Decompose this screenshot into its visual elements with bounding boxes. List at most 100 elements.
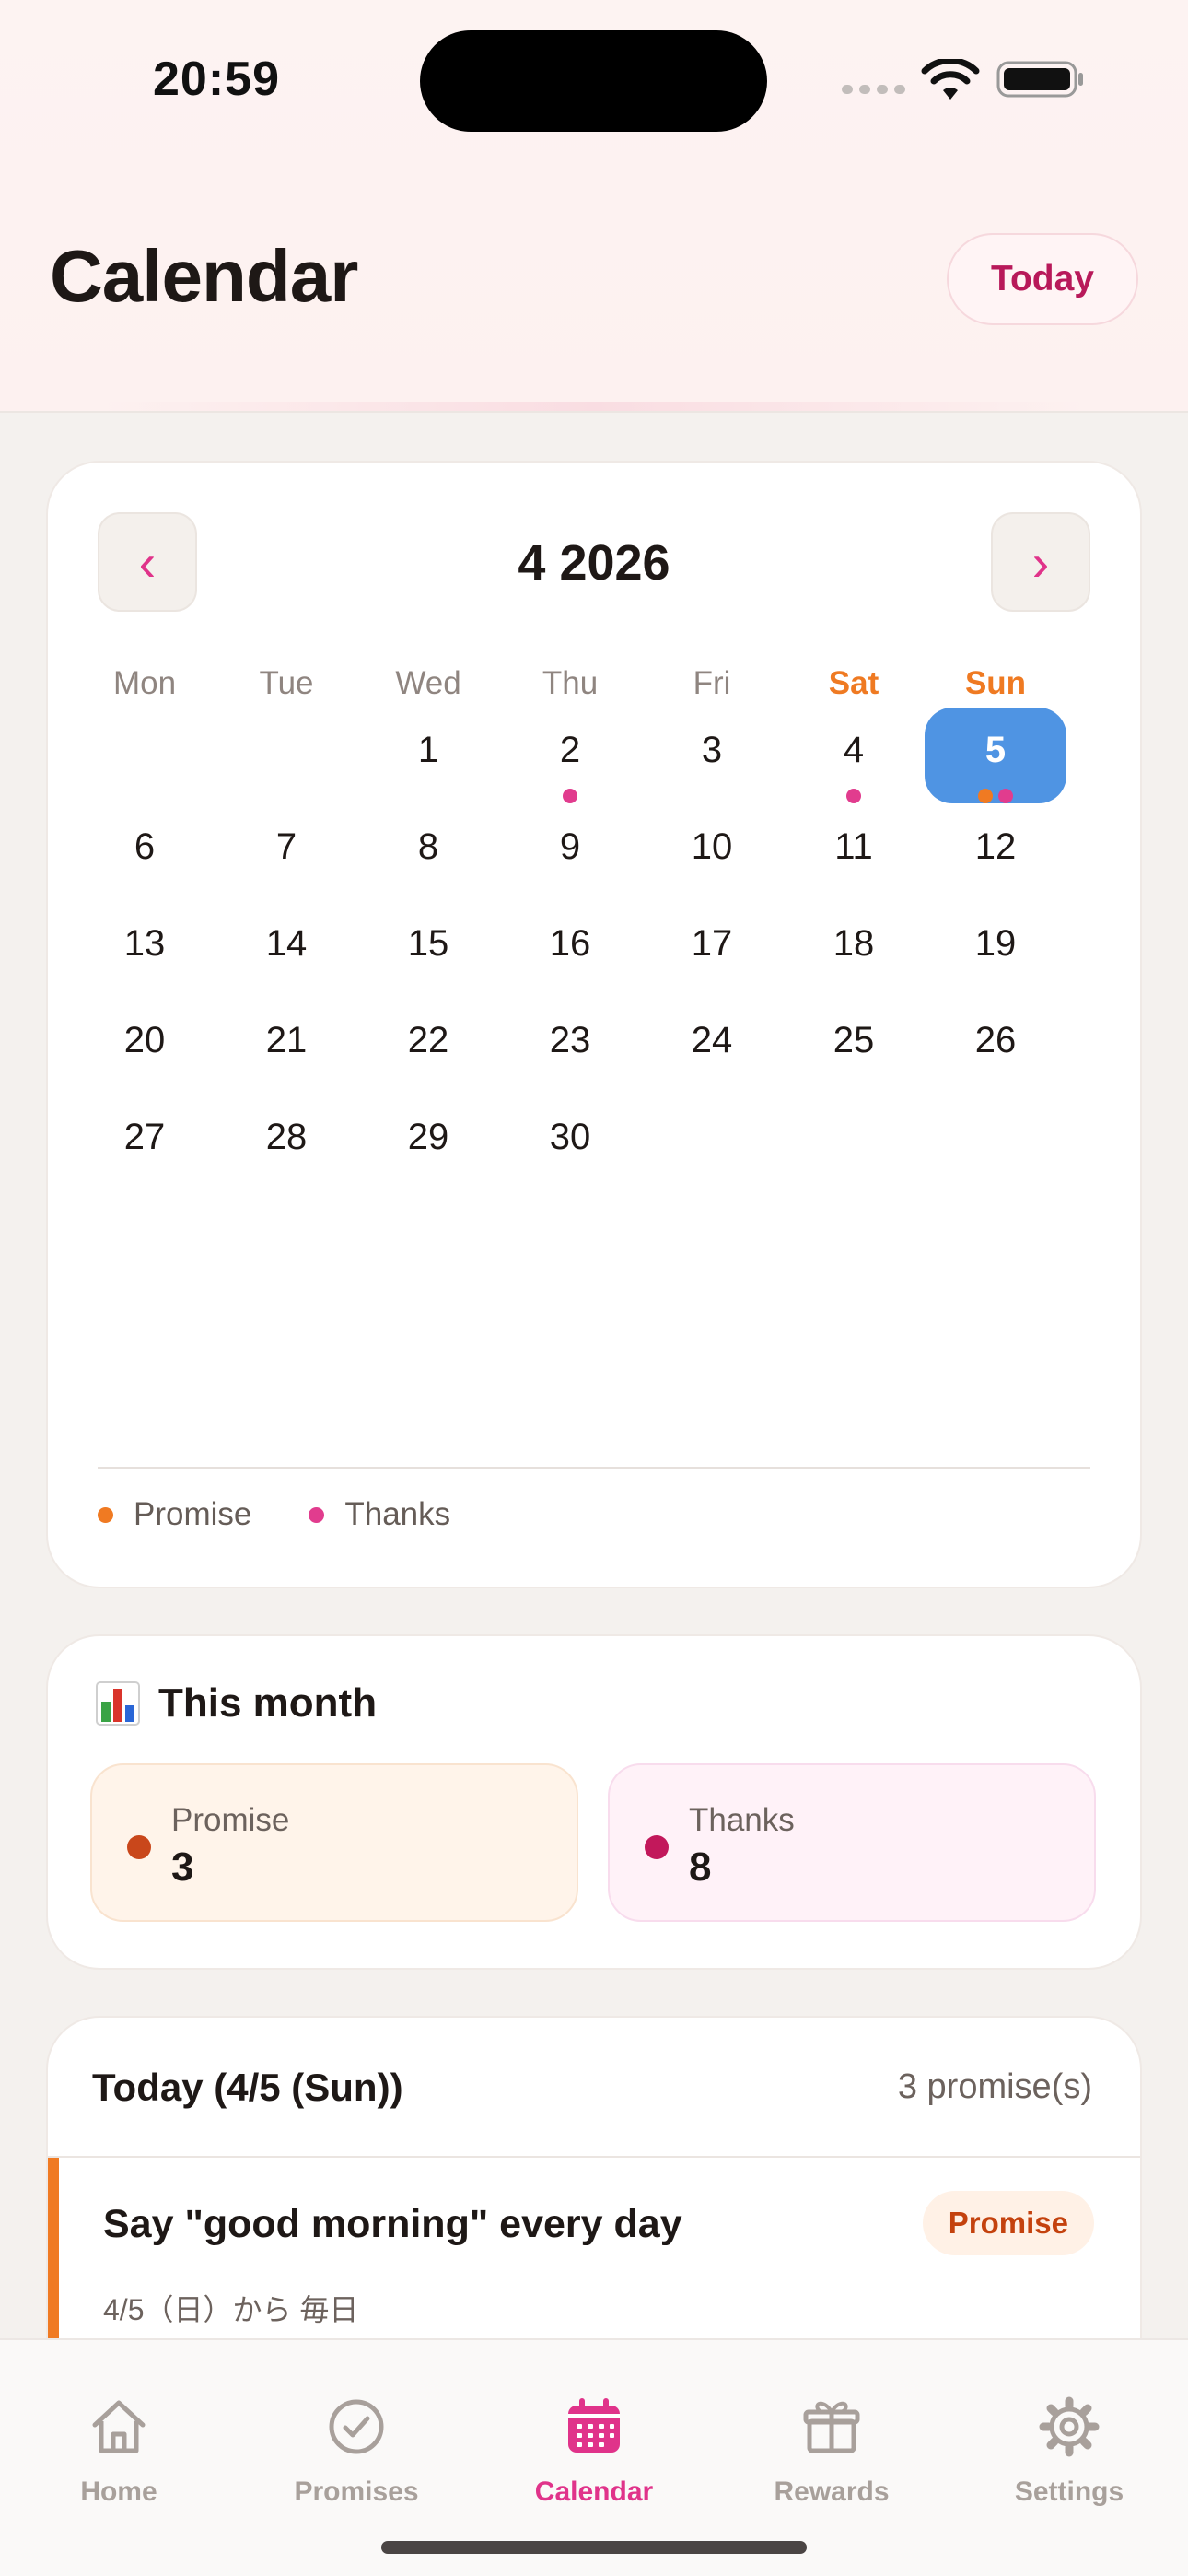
calendar-card: ‹ 4 2026 › Mon Tue Wed Thu Fri Sat Sun 1…	[48, 463, 1140, 1587]
stat-promise-value: 3	[171, 1844, 194, 1890]
tab-promises-label: Promises	[294, 2476, 419, 2507]
chevron-right-icon: ›	[1031, 533, 1050, 591]
header-divider-glow	[101, 402, 1087, 411]
tab-calendar-label: Calendar	[534, 2476, 654, 2507]
gift-icon	[803, 2401, 860, 2453]
day-markers	[499, 789, 641, 803]
legend-promise-label: Promise	[134, 1496, 252, 1532]
next-month-button[interactable]: ›	[991, 512, 1090, 612]
calendar-day-number: 27	[123, 1117, 166, 1157]
stats-title-label: This month	[158, 1680, 378, 1726]
today-button[interactable]: Today	[947, 233, 1138, 325]
calendar-day-number: 9	[559, 826, 581, 867]
weekday-sun: Sun	[964, 665, 1027, 701]
calendar-day-number: 24	[691, 1020, 733, 1060]
calendar-day[interactable]: 18	[783, 901, 925, 997]
calendar-day[interactable]: 7	[215, 804, 357, 900]
promise-badge: Promise	[922, 2191, 1094, 2255]
thanks-dot-icon	[563, 789, 577, 803]
calendar-day[interactable]: 27	[74, 1095, 215, 1190]
calendar-day-number: 13	[123, 923, 166, 964]
home-icon	[92, 2400, 146, 2453]
calendar-day-number: 11	[834, 826, 873, 867]
calendar-day[interactable]: 30	[499, 1095, 641, 1190]
calendar-day[interactable]: 4	[783, 708, 925, 803]
weekday-tue: Tue	[259, 665, 314, 701]
calendar-day[interactable]: 29	[357, 1095, 499, 1190]
calendar-day[interactable]: 20	[74, 998, 215, 1094]
cellular-signal-icon	[842, 85, 905, 94]
gear-icon	[1039, 2396, 1100, 2457]
calendar-day-number: 8	[417, 826, 439, 867]
day-markers	[783, 789, 925, 803]
calendar-day[interactable]: 19	[925, 901, 1066, 997]
promise-dot-icon	[978, 789, 993, 803]
calendar-grid: 1 2 3 4 5 6 7 8 9 10 11 12 13 14 15 16 17 18 19 20 21 22 23 24 2…	[48, 708, 1140, 1211]
battery-icon	[996, 61, 1083, 98]
weekday-header: Mon Tue Wed Thu Fri Sat Sun	[48, 665, 1140, 711]
weekday-fri: Fri	[693, 665, 731, 701]
calendar-day[interactable]: 3	[641, 708, 783, 803]
day-markers	[925, 789, 1066, 803]
calendar-day[interactable]: 17	[641, 901, 783, 997]
calendar-day-number: 1	[417, 730, 439, 770]
calendar-day[interactable]: 22	[357, 998, 499, 1094]
calendar-day-number: 17	[691, 923, 733, 964]
legend-promise: Promise	[98, 1496, 251, 1533]
calendar-day[interactable]: 10	[641, 804, 783, 900]
calendar-day[interactable]: 26	[925, 998, 1066, 1094]
legend-thanks-label: Thanks	[344, 1496, 451, 1532]
calendar-icon	[568, 2398, 620, 2453]
tab-rewards-label: Rewards	[774, 2476, 890, 2507]
calendar-day[interactable]: 16	[499, 901, 641, 997]
calendar-day-number: 3	[701, 730, 723, 770]
calendar-day[interactable]: 23	[499, 998, 641, 1094]
item-subtitle: 4/5（日）から 毎日	[103, 2293, 359, 2326]
calendar-day[interactable]: 1	[357, 708, 499, 803]
thanks-dot-icon	[645, 1835, 669, 1859]
calendar-day-number: 6	[134, 826, 156, 867]
tab-home[interactable]: Home	[0, 2394, 238, 2508]
calendar-day-number: 5	[984, 730, 1007, 770]
calendar-day-number: 26	[974, 1020, 1017, 1060]
calendar-day[interactable]: 28	[215, 1095, 357, 1190]
calendar-day[interactable]: 6	[74, 804, 215, 900]
calendar-day[interactable]: 9	[499, 804, 641, 900]
calendar-day[interactable]: 25	[783, 998, 925, 1094]
tab-settings[interactable]: Settings	[950, 2394, 1188, 2508]
calendar-day[interactable]: 14	[215, 901, 357, 997]
legend-divider	[98, 1467, 1090, 1469]
thanks-dot-icon	[998, 789, 1013, 803]
stat-thanks: Thanks 8	[608, 1763, 1096, 1922]
calendar-day[interactable]: 13	[74, 901, 215, 997]
calendar-day[interactable]: 11	[783, 804, 925, 900]
tab-rewards[interactable]: Rewards	[713, 2394, 950, 2508]
calendar-day-number: 28	[265, 1117, 308, 1157]
calendar-day-number: 29	[407, 1117, 449, 1157]
tab-calendar[interactable]: Calendar	[475, 2394, 713, 2508]
wifi-icon	[921, 59, 980, 100]
calendar-day[interactable]: 2	[499, 708, 641, 803]
calendar-day-number: 30	[549, 1117, 591, 1157]
calendar-day[interactable]: 5	[925, 708, 1066, 803]
calendar-day[interactable]: 21	[215, 998, 357, 1094]
weekday-thu: Thu	[542, 665, 599, 701]
month-title: 4 2026	[518, 535, 670, 591]
item-title: Say "good morning" every day	[103, 2202, 682, 2246]
calendar-day-number: 20	[123, 1020, 166, 1060]
bar-chart-icon	[96, 1681, 140, 1726]
calendar-day-number: 19	[974, 923, 1017, 964]
weekday-mon: Mon	[112, 665, 177, 701]
stat-thanks-label: Thanks	[689, 1802, 795, 1838]
calendar-screen: 20:59 Calendar Today ‹ 4 2026 › Mon Tue …	[0, 0, 1188, 2576]
calendar-day[interactable]: 12	[925, 804, 1066, 900]
calendar-legend: Promise Thanks	[98, 1496, 507, 1533]
promise-dot-icon	[98, 1506, 113, 1523]
calendar-day[interactable]: 15	[357, 901, 499, 997]
calendar-day[interactable]: 8	[357, 804, 499, 900]
home-indicator	[381, 2541, 807, 2554]
calendar-day[interactable]: 24	[641, 998, 783, 1094]
calendar-day-number: 25	[833, 1020, 875, 1060]
tab-promises[interactable]: Promises	[238, 2394, 475, 2508]
promise-dot-icon	[127, 1835, 151, 1859]
